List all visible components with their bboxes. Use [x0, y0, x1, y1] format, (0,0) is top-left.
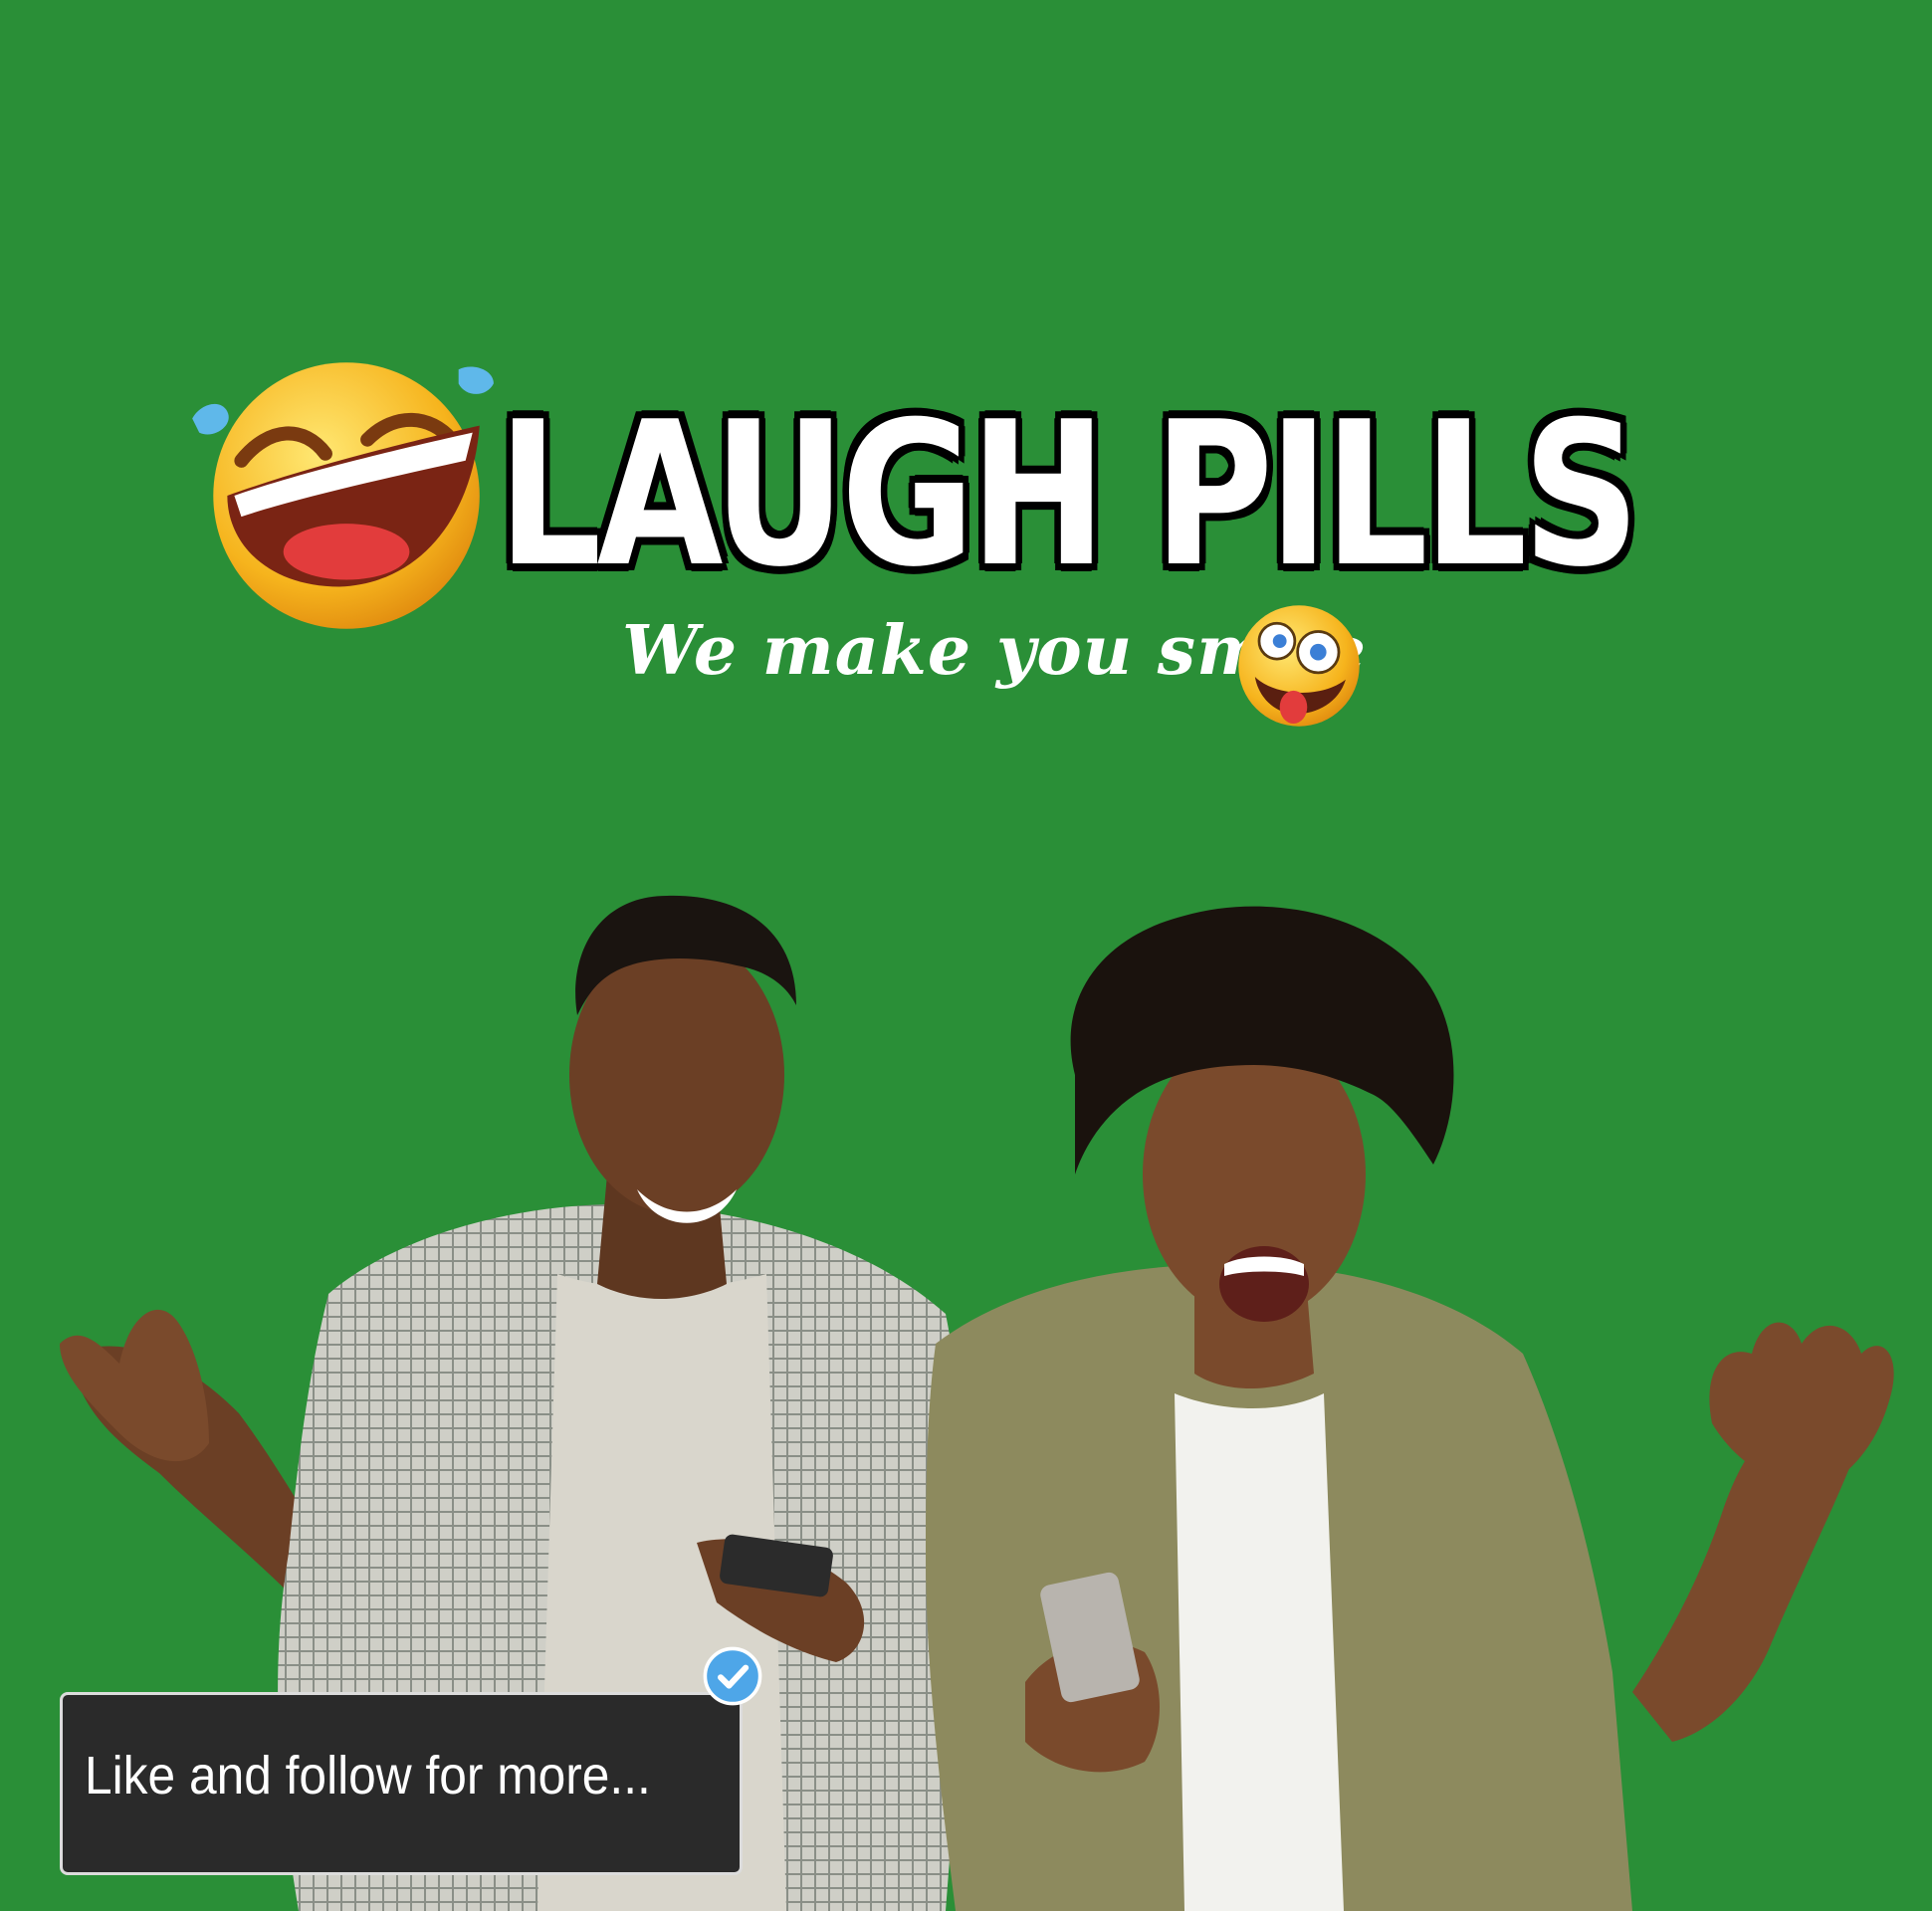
- follow-callout-text: Like and follow for more...: [85, 1746, 651, 1805]
- poster: LAUGH PILLS We make you smile Like and f…: [0, 0, 1932, 1911]
- right-man: [926, 906, 1894, 1911]
- rolling-laughing-tears-icon: [192, 362, 494, 629]
- verified-check-icon: [703, 1646, 762, 1706]
- two-laughing-men-photo: [60, 895, 1894, 1911]
- brand-title: LAUGH PILLS: [498, 379, 1640, 611]
- follow-callout: Like and follow for more...: [60, 1692, 743, 1875]
- crazy-face-tongue-icon: [1238, 605, 1360, 727]
